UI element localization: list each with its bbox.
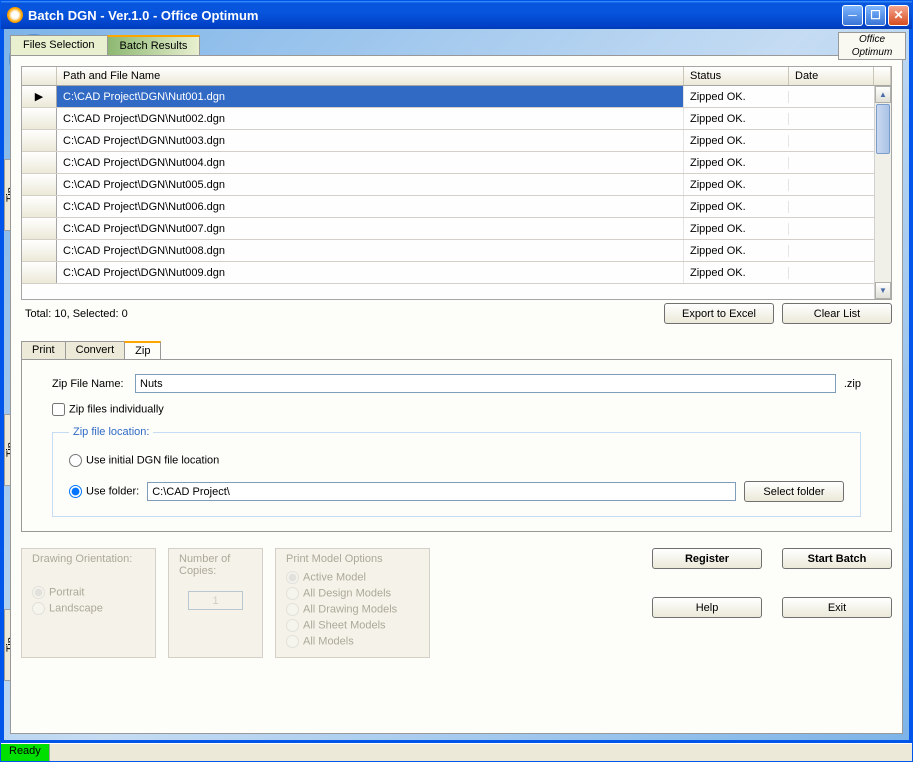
cell-status[interactable]: Zipped OK. — [684, 267, 789, 279]
active-model-radio: Active Model — [286, 571, 419, 584]
cell-status[interactable]: Zipped OK. — [684, 179, 789, 191]
row-handle[interactable] — [22, 196, 57, 217]
orientation-group: Drawing Orientation: Portrait Landscape — [21, 548, 156, 658]
titlebar-text: Batch DGN - Ver.1.0 - Office Optimum — [28, 8, 842, 23]
cell-path[interactable]: C:\CAD Project\DGN\Nut001.dgn — [57, 86, 684, 107]
cell-status[interactable]: Zipped OK. — [684, 223, 789, 235]
tab-batch-results[interactable]: Batch Results — [107, 35, 201, 55]
row-handle[interactable]: ▶ — [22, 86, 57, 107]
titlebar[interactable]: Batch DGN - Ver.1.0 - Office Optimum ─ ☐… — [1, 1, 912, 29]
row-handle[interactable] — [22, 130, 57, 151]
table-row[interactable]: C:\CAD Project\DGN\Nut005.dgnZipped OK. — [22, 174, 874, 196]
main-panel: Path and File Name Status Date ▶C:\CAD P… — [10, 55, 903, 734]
use-initial-location-radio[interactable]: Use initial DGN file location — [69, 454, 219, 467]
folder-path-input[interactable] — [147, 482, 736, 501]
scroll-thumb[interactable] — [876, 104, 890, 154]
cell-path[interactable]: C:\CAD Project\DGN\Nut002.dgn — [57, 108, 684, 129]
cell-path[interactable]: C:\CAD Project\DGN\Nut008.dgn — [57, 240, 684, 261]
row-handle[interactable] — [22, 152, 57, 173]
exit-button[interactable]: Exit — [782, 597, 892, 618]
landscape-radio: Landscape — [32, 602, 145, 615]
grid-summary: Total: 10, Selected: 0 — [21, 308, 656, 320]
use-folder-radio[interactable]: Use folder: — [69, 485, 139, 498]
table-row[interactable]: C:\CAD Project\DGN\Nut007.dgnZipped OK. — [22, 218, 874, 240]
cell-path[interactable]: C:\CAD Project\DGN\Nut009.dgn — [57, 262, 684, 283]
zip-location-group: Zip file location: Use initial DGN file … — [52, 426, 861, 517]
grid-header-scroll — [874, 67, 891, 85]
tab-files-selection[interactable]: Files Selection — [10, 35, 108, 55]
subtab-convert[interactable]: Convert — [65, 341, 126, 359]
cell-path[interactable]: C:\CAD Project\DGN\Nut006.dgn — [57, 196, 684, 217]
help-button[interactable]: Help — [652, 597, 762, 618]
grid-scrollbar[interactable]: ▲ ▼ — [874, 86, 891, 299]
export-to-excel-button[interactable]: Export to Excel — [664, 303, 774, 324]
copies-input — [188, 591, 243, 610]
all-models-radio: All Models — [286, 635, 419, 648]
status-text: Ready — [1, 744, 50, 761]
table-row[interactable]: C:\CAD Project\DGN\Nut009.dgnZipped OK. — [22, 262, 874, 284]
table-row[interactable]: C:\CAD Project\DGN\Nut003.dgnZipped OK. — [22, 130, 874, 152]
grid-header-handle[interactable] — [22, 67, 57, 85]
zip-filename-label: Zip File Name: — [52, 378, 127, 390]
zip-ext-label: .zip — [844, 378, 861, 390]
table-row[interactable]: C:\CAD Project\DGN\Nut006.dgnZipped OK. — [22, 196, 874, 218]
cell-path[interactable]: C:\CAD Project\DGN\Nut005.dgn — [57, 174, 684, 195]
row-handle[interactable] — [22, 174, 57, 195]
print-model-group: Print Model Options Active Model All Des… — [275, 548, 430, 658]
table-row[interactable]: ▶C:\CAD Project\DGN\Nut001.dgnZipped OK. — [22, 86, 874, 108]
subtab-zip[interactable]: Zip — [124, 341, 161, 359]
grid-header-status[interactable]: Status — [684, 67, 789, 85]
subtab-print[interactable]: Print — [21, 341, 66, 359]
table-row[interactable]: C:\CAD Project\DGN\Nut002.dgnZipped OK. — [22, 108, 874, 130]
close-button[interactable]: ✕ — [888, 5, 909, 26]
cell-status[interactable]: Zipped OK. — [684, 91, 789, 103]
portrait-radio: Portrait — [32, 586, 145, 599]
row-handle[interactable] — [22, 108, 57, 129]
app-icon — [7, 7, 23, 23]
register-button[interactable]: Register — [652, 548, 762, 569]
row-handle[interactable] — [22, 262, 57, 283]
zip-individually-checkbox[interactable]: Zip files individually — [52, 403, 164, 416]
all-design-radio: All Design Models — [286, 587, 419, 600]
cell-status[interactable]: Zipped OK. — [684, 135, 789, 147]
row-handle[interactable] — [22, 240, 57, 261]
zip-filename-input[interactable] — [135, 374, 836, 393]
zip-location-legend: Zip file location: — [69, 426, 153, 438]
select-folder-button[interactable]: Select folder — [744, 481, 844, 502]
zip-panel: Zip File Name: .zip Zip files individual… — [21, 359, 892, 532]
cell-path[interactable]: C:\CAD Project\DGN\Nut003.dgn — [57, 130, 684, 151]
maximize-button[interactable]: ☐ — [865, 5, 886, 26]
grid-header-path[interactable]: Path and File Name — [57, 67, 684, 85]
statusbar: Ready — [1, 743, 912, 761]
minimize-button[interactable]: ─ — [842, 5, 863, 26]
all-sheet-radio: All Sheet Models — [286, 619, 419, 632]
cell-path[interactable]: C:\CAD Project\DGN\Nut007.dgn — [57, 218, 684, 239]
cell-status[interactable]: Zipped OK. — [684, 113, 789, 125]
application-window: Batch DGN - Ver.1.0 - Office Optimum ─ ☐… — [0, 0, 913, 762]
grid-header-date[interactable]: Date — [789, 67, 874, 85]
brand-logo: OfficeOptimum — [838, 32, 906, 60]
table-row[interactable]: C:\CAD Project\DGN\Nut008.dgnZipped OK. — [22, 240, 874, 262]
cell-path[interactable]: C:\CAD Project\DGN\Nut004.dgn — [57, 152, 684, 173]
scroll-down-icon[interactable]: ▼ — [875, 282, 891, 299]
cell-status[interactable]: Zipped OK. — [684, 157, 789, 169]
bottom-section: Drawing Orientation: Portrait Landscape … — [21, 548, 892, 658]
copies-group: Number of Copies: — [168, 548, 263, 658]
clear-list-button[interactable]: Clear List — [782, 303, 892, 324]
all-drawing-radio: All Drawing Models — [286, 603, 419, 616]
scroll-up-icon[interactable]: ▲ — [875, 86, 891, 103]
table-row[interactable]: C:\CAD Project\DGN\Nut004.dgnZipped OK. — [22, 152, 874, 174]
start-batch-button[interactable]: Start Batch — [782, 548, 892, 569]
results-grid: Path and File Name Status Date ▶C:\CAD P… — [21, 66, 892, 300]
client-area: 河东软件园 .www.pc0359.cn OfficeOptimum Tip T… — [1, 29, 912, 743]
cell-status[interactable]: Zipped OK. — [684, 245, 789, 257]
row-handle[interactable] — [22, 218, 57, 239]
cell-status[interactable]: Zipped OK. — [684, 201, 789, 213]
